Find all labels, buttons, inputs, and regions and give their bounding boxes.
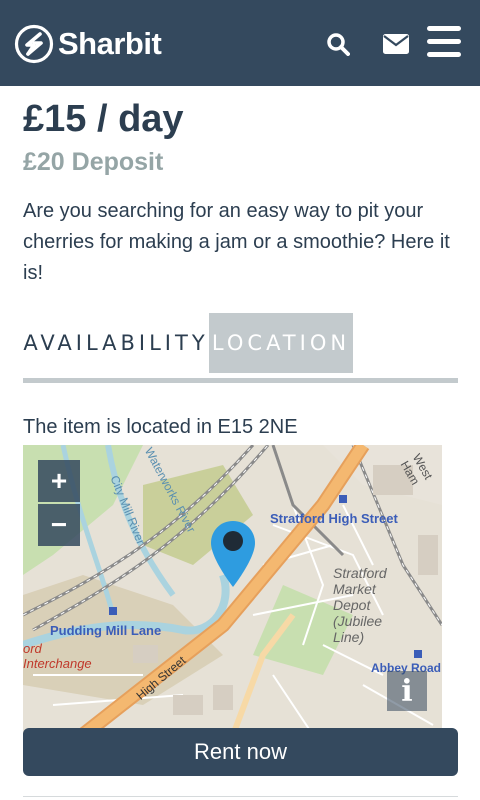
logo-icon [14, 24, 54, 64]
location-map[interactable]: City Mill River Waterworks River West Ha… [23, 445, 442, 735]
map-label-stratford-market-depot: Stratford Market Depot (Jubilee Line) [333, 565, 387, 645]
hamburger-menu-icon[interactable] [427, 26, 461, 58]
location-text: The item is located in E15 2NE [23, 416, 298, 438]
brand-name: Sharbit [58, 26, 162, 61]
item-deposit: £20 Deposit [23, 148, 164, 176]
section-divider [23, 796, 458, 797]
map-marker-icon[interactable] [209, 519, 257, 589]
envelope-icon[interactable] [383, 34, 409, 54]
map-label-ord: ord [23, 641, 42, 656]
map-label-pudding-mill-lane: Pudding Mill Lane [50, 623, 162, 638]
map-info-button[interactable]: i [387, 671, 427, 711]
map-zoom-controls: + − [38, 460, 80, 546]
search-icon[interactable] [326, 32, 350, 56]
item-price: £15 / day [23, 98, 184, 140]
tab-availability[interactable]: AVAILABILITY [23, 313, 209, 373]
top-navigation-bar: Sharbit [0, 0, 480, 86]
detail-tabs: AVAILABILITY LOCATION [23, 313, 458, 383]
zoom-out-button[interactable]: − [38, 504, 80, 546]
item-description: Are you searching for an easy way to pit… [23, 200, 450, 284]
rent-now-button[interactable]: Rent now [23, 728, 458, 776]
brand-logo[interactable]: Sharbit [14, 24, 162, 64]
map-label-stratford-high-street: Stratford High Street [270, 511, 398, 526]
zoom-in-button[interactable]: + [38, 460, 80, 502]
map-label-interchange: Interchange [23, 656, 92, 671]
tab-location[interactable]: LOCATION [209, 313, 353, 373]
